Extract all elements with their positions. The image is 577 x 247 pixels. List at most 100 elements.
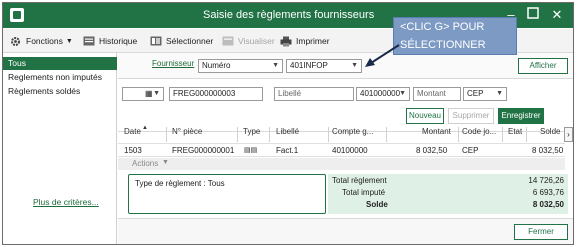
supplier-link[interactable]: Fournisseur (152, 59, 194, 68)
sidebar-item-all[interactable]: Tous (3, 57, 117, 70)
supplier-mode-select[interactable]: Numéro ▼ (198, 59, 283, 73)
cell-date: 1503 (124, 146, 142, 155)
maximize-icon[interactable] (525, 7, 541, 23)
column-divider[interactable] (328, 127, 329, 142)
column-divider[interactable] (386, 127, 387, 142)
print-label: Imprimer (296, 36, 330, 46)
column-header-piece[interactable]: N° pièce (172, 127, 202, 136)
calendar-icon: ▦ (145, 89, 153, 98)
gear-icon (10, 36, 22, 46)
label-field[interactable]: Libellé (274, 87, 354, 101)
new-button[interactable]: Nouveau (406, 108, 444, 124)
total-imputed-label: Total imputé (342, 188, 386, 197)
print-button[interactable]: Imprimer (280, 34, 330, 48)
cell-label: Fact.1 (276, 146, 299, 155)
close-button[interactable]: Fermer (514, 224, 568, 240)
journal-code-value: CEP (467, 89, 484, 98)
sidebar-item-unimputed[interactable]: Reglements non imputés (3, 71, 117, 84)
totals-panel: Total règlement 14 726,26 Total imputé 6… (328, 174, 568, 214)
cell-balance: 8 032,50 (532, 146, 564, 155)
settlement-type-label: Type de règlement : Tous (135, 179, 225, 188)
main-panel: Fournisseur Numéro ▼ 401INFOP ▼ Afficher… (118, 53, 573, 244)
document-icon: ▤▤ (244, 147, 258, 154)
journal-code-select[interactable]: CEP ▼ (463, 87, 507, 101)
settlements-grid: Date ▲ N° pièce Type Libellé Compte g...… (118, 125, 573, 173)
history-icon (83, 36, 95, 46)
column-header-journal[interactable]: Code jo... (462, 127, 496, 136)
column-header-account[interactable]: Compte g... (332, 127, 373, 136)
scroll-right-icon[interactable]: › (564, 127, 573, 142)
column-header-amount[interactable]: Montant (422, 127, 451, 136)
sidebar-item-settled[interactable]: Règlements soldés (3, 85, 117, 98)
history-label: Historique (99, 36, 138, 46)
callout-line-2: SÉLECTIONNER (400, 39, 486, 51)
chevron-down-icon: ▼ (162, 159, 169, 166)
more-criteria-link[interactable]: Plus de critères... (33, 197, 99, 207)
supplier-mode-value: Numéro (202, 61, 231, 70)
callout-line-1: <CLIC G> POUR (400, 21, 485, 33)
column-divider[interactable] (526, 127, 527, 142)
window-title: Saisie des règlements fournisseurs (203, 9, 375, 21)
display-button[interactable]: Afficher (518, 58, 568, 74)
select-icon (150, 36, 162, 46)
history-button[interactable]: Historique (83, 34, 137, 48)
view-label: Visualiser (238, 36, 275, 46)
column-divider[interactable] (166, 127, 167, 142)
sidebar: Tous Reglements non imputés Règlements s… (3, 53, 117, 244)
balance-label: Solde (366, 200, 388, 209)
cell-journal: CEP (462, 146, 479, 155)
close-icon[interactable]: ✕ (549, 7, 565, 23)
sort-ascending-icon: ▲ (142, 125, 148, 131)
chevron-down-icon: ▼ (399, 90, 406, 97)
delete-button[interactable]: Supprimer (448, 108, 494, 124)
supplier-select[interactable]: 401INFOP ▼ (286, 59, 362, 73)
view-button[interactable]: Visualiser (222, 34, 275, 48)
select-button[interactable]: Sélectionner (150, 34, 213, 48)
main-window: Saisie des règlements fournisseurs – ✕ F… (2, 2, 574, 245)
summary-panel: Type de règlement : Tous Total règlement… (118, 174, 573, 214)
cell-account: 40100000 (332, 146, 368, 155)
total-settlement-label: Total règlement (332, 176, 387, 185)
instruction-callout: <CLIC G> POUR SÉLECTIONNER (393, 17, 517, 55)
total-imputed-value: 6 693,76 (532, 188, 564, 197)
actions-label: Actions (132, 159, 159, 168)
printer-icon (280, 36, 292, 47)
date-field[interactable]: ▦ ▼ (122, 87, 164, 101)
column-divider[interactable] (269, 127, 270, 142)
save-button[interactable]: Enregistrer (498, 108, 544, 124)
cell-piece: FREG000000001 (172, 146, 235, 155)
app-icon (10, 8, 24, 22)
table-row[interactable]: 1503 FREG000000001 ▤▤ Fact.1 40100000 8 … (118, 143, 565, 157)
column-header-state[interactable]: Etat (508, 127, 522, 136)
total-settlement-value: 14 726,26 (528, 176, 564, 185)
cell-amount: 8 032,50 (416, 146, 448, 155)
piece-number-field[interactable]: FREG000000003 (169, 87, 263, 101)
chevron-down-icon: ▼ (153, 90, 160, 97)
column-header-type[interactable]: Type (243, 127, 260, 136)
select-label: Sélectionner (166, 36, 214, 46)
footer-bar: Fermer (118, 218, 573, 244)
functions-label: Fonctions (26, 36, 63, 46)
column-divider[interactable] (458, 127, 459, 142)
column-divider[interactable] (237, 127, 238, 142)
filter-bar: Fournisseur Numéro ▼ 401INFOP ▼ Afficher (118, 53, 573, 79)
view-icon (222, 36, 234, 46)
chevron-down-icon: ▼ (65, 37, 73, 45)
column-divider[interactable] (502, 127, 503, 142)
account-select[interactable]: 401000000 ▼ (356, 87, 410, 101)
column-header-label[interactable]: Libellé (276, 127, 299, 136)
functions-button[interactable]: Fonctions ▼ (10, 34, 73, 48)
account-value: 401000000 (360, 89, 401, 98)
column-header-balance[interactable]: Solde (540, 127, 560, 136)
amount-field[interactable]: Montant (413, 87, 461, 101)
entry-form: ▦ ▼ FREG000000003 Libellé 401000000 ▼ Mo… (118, 80, 573, 132)
supplier-value: 401INFOP (290, 61, 328, 70)
balance-value: 8 032,50 (532, 200, 564, 209)
settlement-type-box: Type de règlement : Tous (128, 174, 326, 214)
actions-bar[interactable]: Actions ▼ (118, 158, 565, 170)
chevron-down-icon: ▼ (351, 62, 358, 69)
callout-arrow-icon (365, 44, 400, 67)
chevron-down-icon: ▼ (272, 62, 279, 69)
chevron-down-icon: ▼ (496, 90, 503, 97)
column-header-date[interactable]: Date (124, 127, 141, 136)
